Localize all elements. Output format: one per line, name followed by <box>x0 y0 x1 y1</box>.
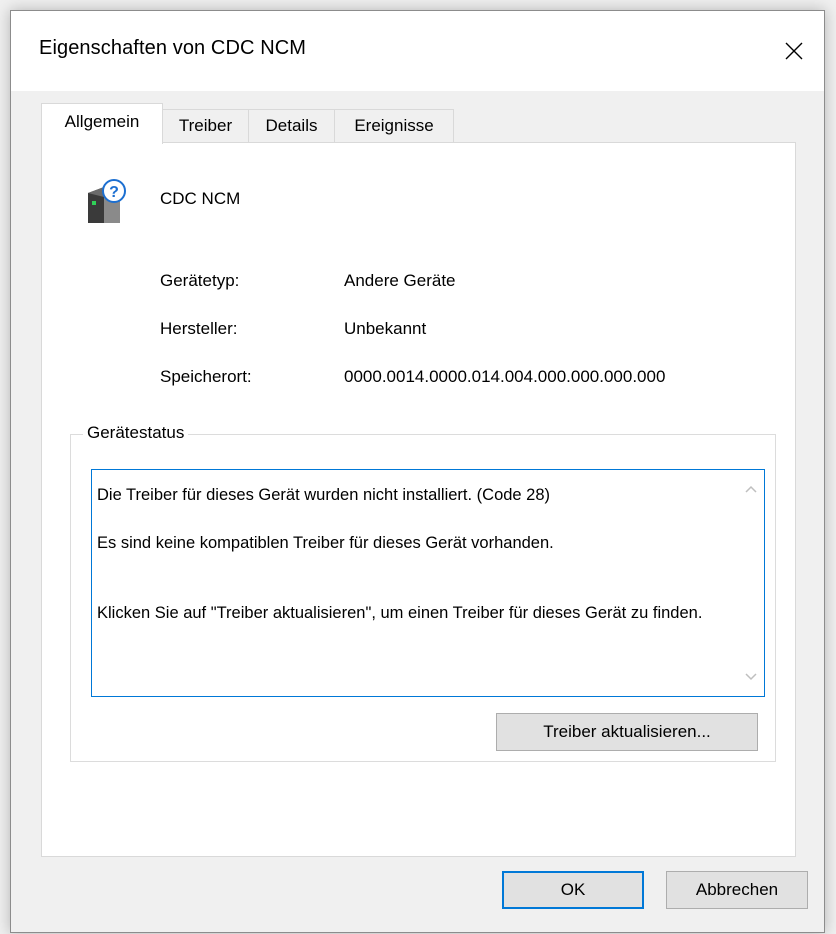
ok-button[interactable]: OK <box>502 871 644 909</box>
vertical-scrollbar[interactable] <box>738 470 764 696</box>
device-type-label: Gerätetyp: <box>160 271 240 290</box>
device-status-legend: Gerätestatus <box>83 423 189 443</box>
properties-dialog: Eigenschaften von CDC NCM Allgemein Trei… <box>10 10 825 933</box>
window-title: Eigenschaften von CDC NCM <box>39 37 307 59</box>
tab-details[interactable]: Details <box>248 109 335 143</box>
manufacturer-label: Hersteller: <box>160 319 238 338</box>
close-button[interactable] <box>764 11 824 91</box>
chevron-up-icon <box>745 485 757 493</box>
location-label: Speicherort: <box>160 367 252 386</box>
tab-label: Details <box>265 116 318 135</box>
scroll-up-button[interactable] <box>738 476 764 502</box>
device-status-group: Gerätestatus Die Treiber für dieses Gerä… <box>70 423 776 762</box>
tab-label: Allgemein <box>64 112 140 131</box>
svg-text:?: ? <box>109 184 119 201</box>
tab-treiber[interactable]: Treiber <box>162 109 249 143</box>
device-status-textbox[interactable]: Die Treiber für dieses Gerät wurden nich… <box>91 469 765 697</box>
status-line: Die Treiber für dieses Gerät wurden nich… <box>97 486 551 504</box>
tab-allgemein[interactable]: Allgemein <box>41 103 163 144</box>
tab-page-allgemein: ? CDC NCM Gerätetyp: Andere Geräte Herst… <box>41 142 796 857</box>
status-line: Klicken Sie auf "Treiber aktualisieren",… <box>97 604 703 622</box>
title-bar: Eigenschaften von CDC NCM <box>11 11 824 91</box>
device-type-value: Andere Geräte <box>344 271 456 290</box>
close-icon <box>785 42 803 60</box>
device-name: CDC NCM <box>160 189 241 208</box>
cancel-button[interactable]: Abbrechen <box>666 871 808 909</box>
tab-strip: Allgemein Treiber Details Ereignisse <box>41 103 794 144</box>
tab-ereignisse[interactable]: Ereignisse <box>334 109 454 143</box>
manufacturer-value: Unbekannt <box>344 319 427 338</box>
device-status-text: Die Treiber für dieses Gerät wurden nich… <box>97 484 727 624</box>
scroll-down-button[interactable] <box>738 664 764 690</box>
chevron-down-icon <box>745 673 757 681</box>
tab-label: Ereignisse <box>354 116 434 135</box>
unknown-device-icon: ? <box>88 179 126 223</box>
location-value: 0000.0014.0000.014.004.000.000.000.000 <box>344 367 666 386</box>
tab-label: Treiber <box>178 116 233 135</box>
update-driver-button[interactable]: Treiber aktualisieren... <box>496 713 758 751</box>
status-line: Es sind keine kompatiblen Treiber für di… <box>97 534 554 552</box>
